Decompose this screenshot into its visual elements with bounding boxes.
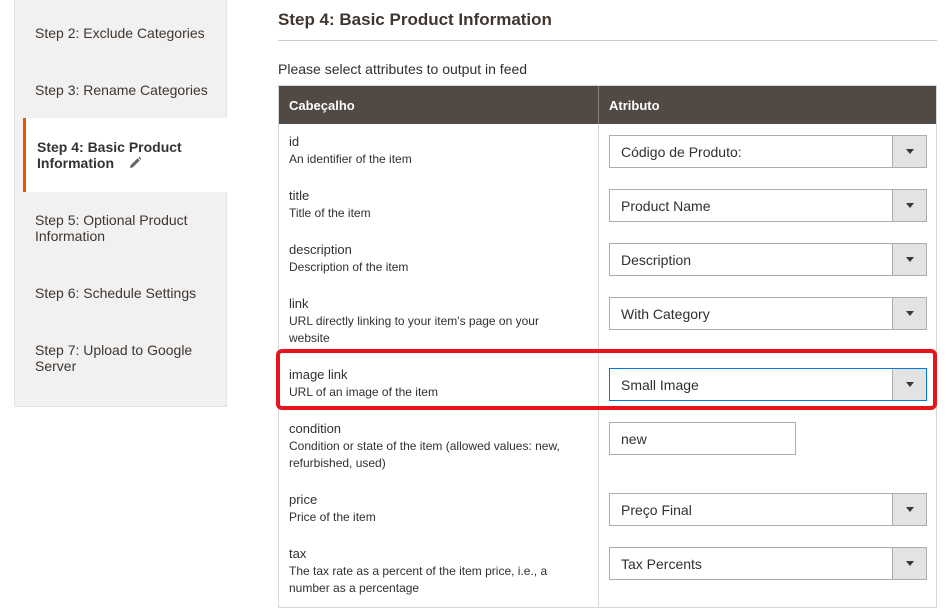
sidebar-item-step-7[interactable]: Step 7: Upload to Google Server [15, 342, 205, 374]
sidebar-item-step-3[interactable]: Step 3: Rename Categories [15, 82, 226, 98]
chevron-down-icon [906, 311, 914, 316]
condition-input[interactable] [609, 422, 796, 455]
attribute-name: tax [289, 546, 307, 561]
attribute-select-price[interactable]: Preço Final [609, 493, 927, 526]
column-header-atributo: Atributo [609, 98, 660, 113]
attribute-description: URL directly linking to your item's page… [289, 314, 539, 345]
select-value: Preço Final [621, 502, 692, 518]
attribute-select-title[interactable]: Product Name [609, 189, 927, 222]
dropdown-button[interactable] [892, 136, 926, 167]
sidebar-item-label: Step 3: Rename Categories [35, 82, 208, 98]
chevron-down-icon [906, 507, 914, 512]
attribute-name: link [289, 296, 309, 311]
dropdown-button[interactable] [892, 548, 926, 579]
attribute-name: id [289, 134, 300, 149]
attribute-select-link[interactable]: With Category [609, 297, 927, 330]
dropdown-button[interactable] [892, 244, 926, 275]
title-divider [278, 40, 937, 41]
intro-text: Please select attributes to output in fe… [278, 61, 528, 77]
page-title: Step 4: Basic Product Information [278, 10, 552, 29]
chevron-down-icon [906, 561, 914, 566]
step-sidebar: Step 2: Exclude Categories Step 3: Renam… [14, 0, 229, 407]
pencil-icon [128, 156, 142, 173]
sidebar-item-label: Step 5: Optional Product Information [35, 212, 188, 244]
attributes-table: Cabeçalho Atributo id An identifier of t… [278, 85, 937, 608]
attribute-name: condition [289, 421, 342, 436]
chevron-down-icon [906, 257, 914, 262]
sidebar-item-step-5[interactable]: Step 5: Optional Product Information [15, 212, 205, 244]
attribute-description: Description of the item [289, 260, 409, 274]
attribute-select-id[interactable]: Código de Produto: [609, 135, 927, 168]
sidebar-item-label: Step 7: Upload to Google Server [35, 342, 193, 374]
attribute-select-image-link[interactable]: Small Image [609, 368, 927, 401]
sidebar-item-label: Step 2: Exclude Categories [35, 25, 205, 41]
dropdown-button[interactable] [892, 494, 926, 525]
dropdown-button[interactable] [892, 369, 926, 400]
select-value: Código de Produto: [621, 144, 742, 160]
dropdown-button[interactable] [892, 298, 926, 329]
dropdown-button[interactable] [892, 190, 926, 221]
attribute-name: image link [289, 367, 348, 382]
attribute-description: Condition or state of the item (allowed … [289, 439, 560, 470]
table-header: Cabeçalho Atributo [279, 86, 936, 124]
sidebar-item-step-6[interactable]: Step 6: Schedule Settings [15, 285, 226, 301]
attribute-name: title [289, 188, 310, 203]
select-value: Tax Percents [621, 556, 702, 572]
sidebar-item-step-2[interactable]: Step 2: Exclude Categories [15, 25, 226, 41]
select-value: Small Image [621, 377, 699, 393]
header-divider [598, 86, 599, 124]
select-value: Description [621, 252, 692, 268]
sidebar-item-step-4[interactable]: Step 4: Basic Product Information [23, 118, 229, 192]
column-divider [598, 124, 599, 608]
column-header-cabecalho: Cabeçalho [289, 98, 355, 113]
attribute-description: An identifier of the item [289, 152, 412, 166]
attribute-description: Title of the item [289, 206, 371, 220]
sidebar-item-label: Step 6: Schedule Settings [35, 285, 197, 301]
attribute-name: description [289, 242, 352, 257]
attribute-description: The tax rate as a percent of the item pr… [289, 564, 548, 595]
attribute-description: Price of the item [289, 510, 376, 524]
sidebar-item-label: Step 4: Basic Product Information [37, 139, 182, 171]
chevron-down-icon [906, 149, 914, 154]
attribute-description: URL of an image of the item [289, 385, 438, 399]
select-value: With Category [621, 306, 710, 322]
attribute-select-tax[interactable]: Tax Percents [609, 547, 927, 580]
select-value: Product Name [621, 198, 711, 214]
chevron-down-icon [906, 203, 914, 208]
attribute-name: price [289, 492, 318, 507]
attribute-select-description[interactable]: Description [609, 243, 927, 276]
chevron-down-icon [906, 382, 914, 387]
